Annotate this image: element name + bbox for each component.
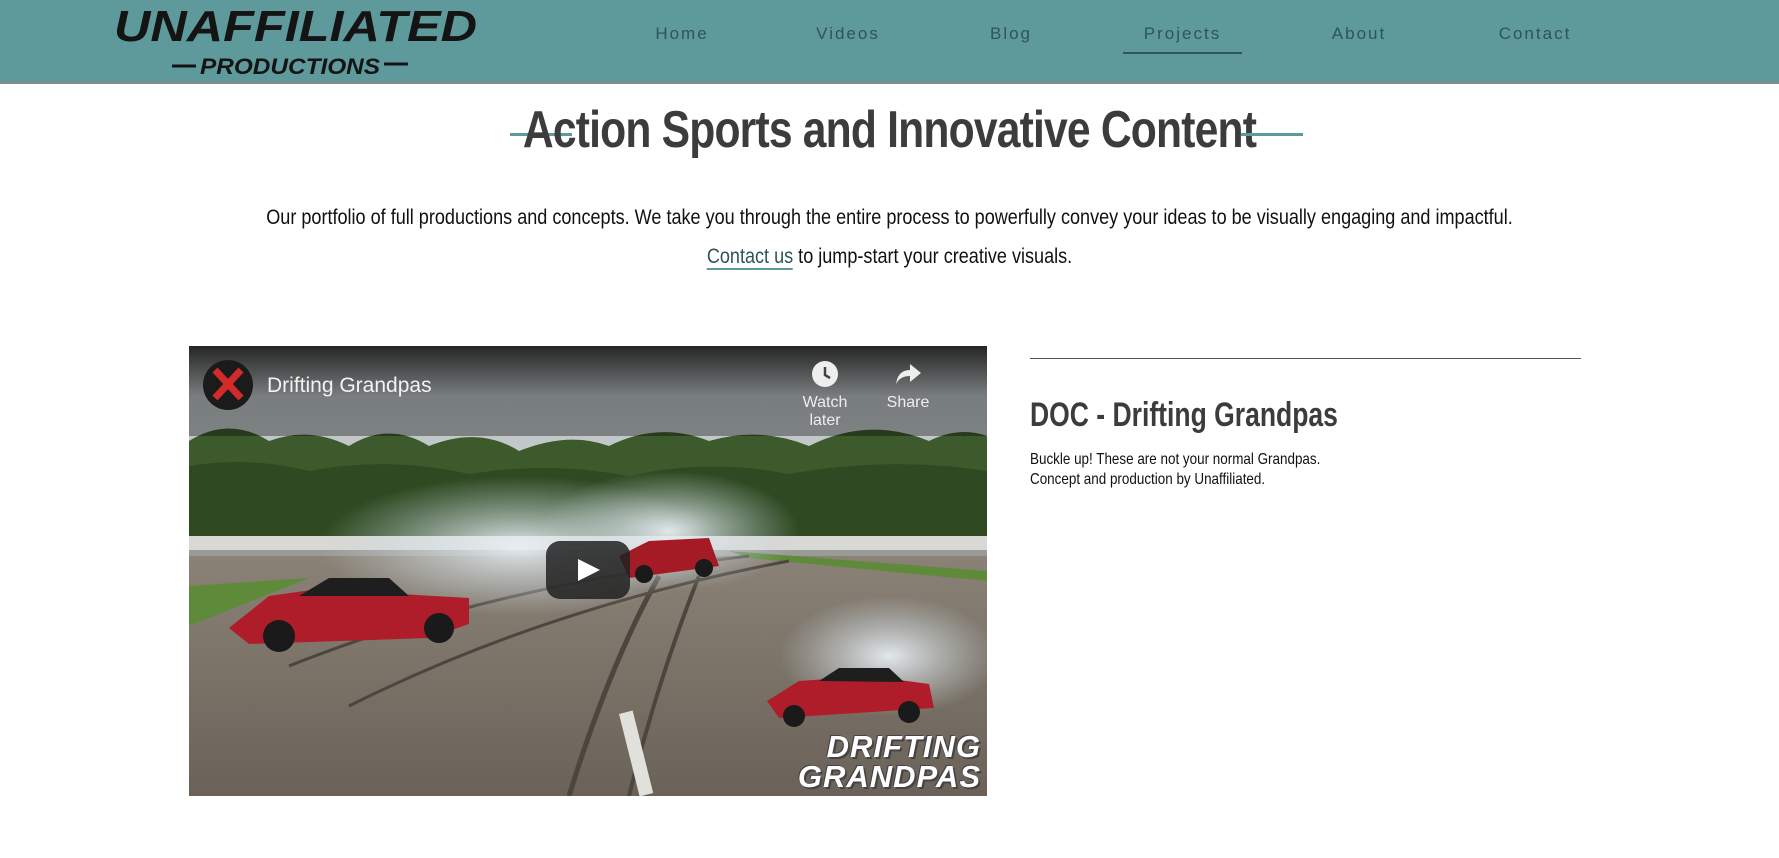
video-player[interactable]: Drifting Grandpas Watch later Share DRIF… <box>189 346 987 796</box>
nav-projects[interactable]: Projects <box>1123 22 1242 54</box>
intro-text: Our portfolio of full productions and co… <box>125 198 1655 276</box>
watch-later-label: Watch later <box>802 394 848 429</box>
title-line-right <box>1241 133 1303 136</box>
share-icon <box>896 364 921 384</box>
nav-blog[interactable]: Blog <box>986 22 1036 54</box>
watch-later-button[interactable]: Watch later <box>785 360 865 430</box>
play-icon <box>578 559 600 581</box>
project-description: Buckle up! These are not your normal Gra… <box>1030 450 1320 490</box>
channel-avatar[interactable] <box>203 360 253 410</box>
intro-line-2: Contact us to jump-start your creative v… <box>125 237 1655 276</box>
nav-home[interactable]: Home <box>651 22 713 54</box>
share-button[interactable]: Share <box>878 360 938 412</box>
overlay-line-1: DRIFTING <box>826 729 981 764</box>
project-desc-line-2: Concept and production by Unaffiliated. <box>1030 471 1266 488</box>
video-overlay-title: DRIFTING GRANDPAS <box>797 729 981 794</box>
contact-us-link[interactable]: Contact us <box>706 245 794 270</box>
nav-about[interactable]: About <box>1329 22 1389 54</box>
page-title: Action Sports and Innovative Content <box>522 101 1257 159</box>
share-label: Share <box>886 394 930 411</box>
nav-contact[interactable]: Contact <box>1496 22 1574 54</box>
video-title[interactable]: Drifting Grandpas <box>267 374 432 398</box>
clock-icon <box>812 361 838 387</box>
play-button[interactable] <box>546 541 630 599</box>
intro-line-1: Our portfolio of full productions and co… <box>266 206 1513 229</box>
project-desc-line-1: Buckle up! These are not your normal Gra… <box>1030 451 1321 468</box>
nav-videos[interactable]: Videos <box>812 22 884 54</box>
main-nav: Home Videos Blog Projects About Contact <box>0 0 1779 84</box>
intro-line-2-rest: to jump-start your creative visuals. <box>793 245 1073 268</box>
project-title: DOC - Drifting Grandpas <box>1030 396 1338 434</box>
overlay-line-2: GRANDPAS <box>797 759 981 794</box>
project-divider <box>1030 358 1581 359</box>
site-header: UNAFFILIATED PRODUCTIONS Home Videos Blo… <box>0 0 1779 84</box>
